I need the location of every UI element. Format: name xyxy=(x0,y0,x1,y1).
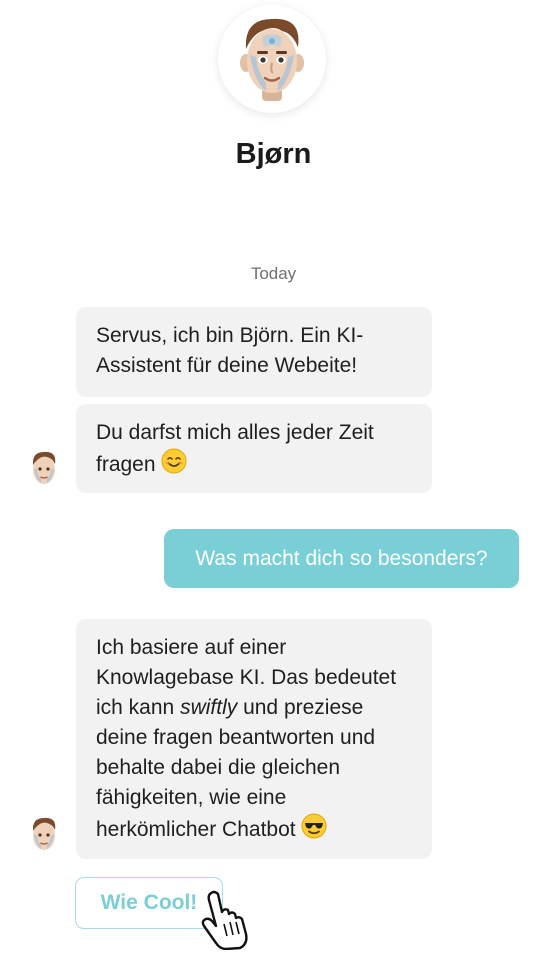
user-message: Was macht dich so besonders? xyxy=(164,529,519,588)
bot-avatar-small xyxy=(32,817,56,850)
sunglasses-face-icon xyxy=(301,813,327,848)
user-message-text: Was macht dich so besonders? xyxy=(195,546,488,570)
smiling-face-icon xyxy=(161,448,187,483)
bot-message-text: Du darfst mich alles jeder Zeit fragen xyxy=(96,421,374,477)
bot-avatar-large xyxy=(218,5,326,113)
date-separator: Today xyxy=(250,264,297,283)
bot-message: Servus, ich bin Björn. Ein KI-Assistent … xyxy=(76,307,432,397)
bot-avatar-small xyxy=(32,451,56,484)
bot-message: Ich basiere auf einer Knowlagebase KI. D… xyxy=(76,619,432,859)
quick-reply-label: Wie Cool! xyxy=(100,891,198,914)
bot-message-text: Servus, ich bin Björn. Ein KI-Assistent … xyxy=(96,324,364,377)
hand-pointer-icon xyxy=(201,890,248,950)
bot-name: Bjørn xyxy=(235,138,312,170)
bot-message: Du darfst mich alles jeder Zeit fragen xyxy=(76,404,432,493)
bot-message-emphasis: swiftly xyxy=(180,696,238,719)
robot-face-avatar-icon xyxy=(240,18,304,101)
